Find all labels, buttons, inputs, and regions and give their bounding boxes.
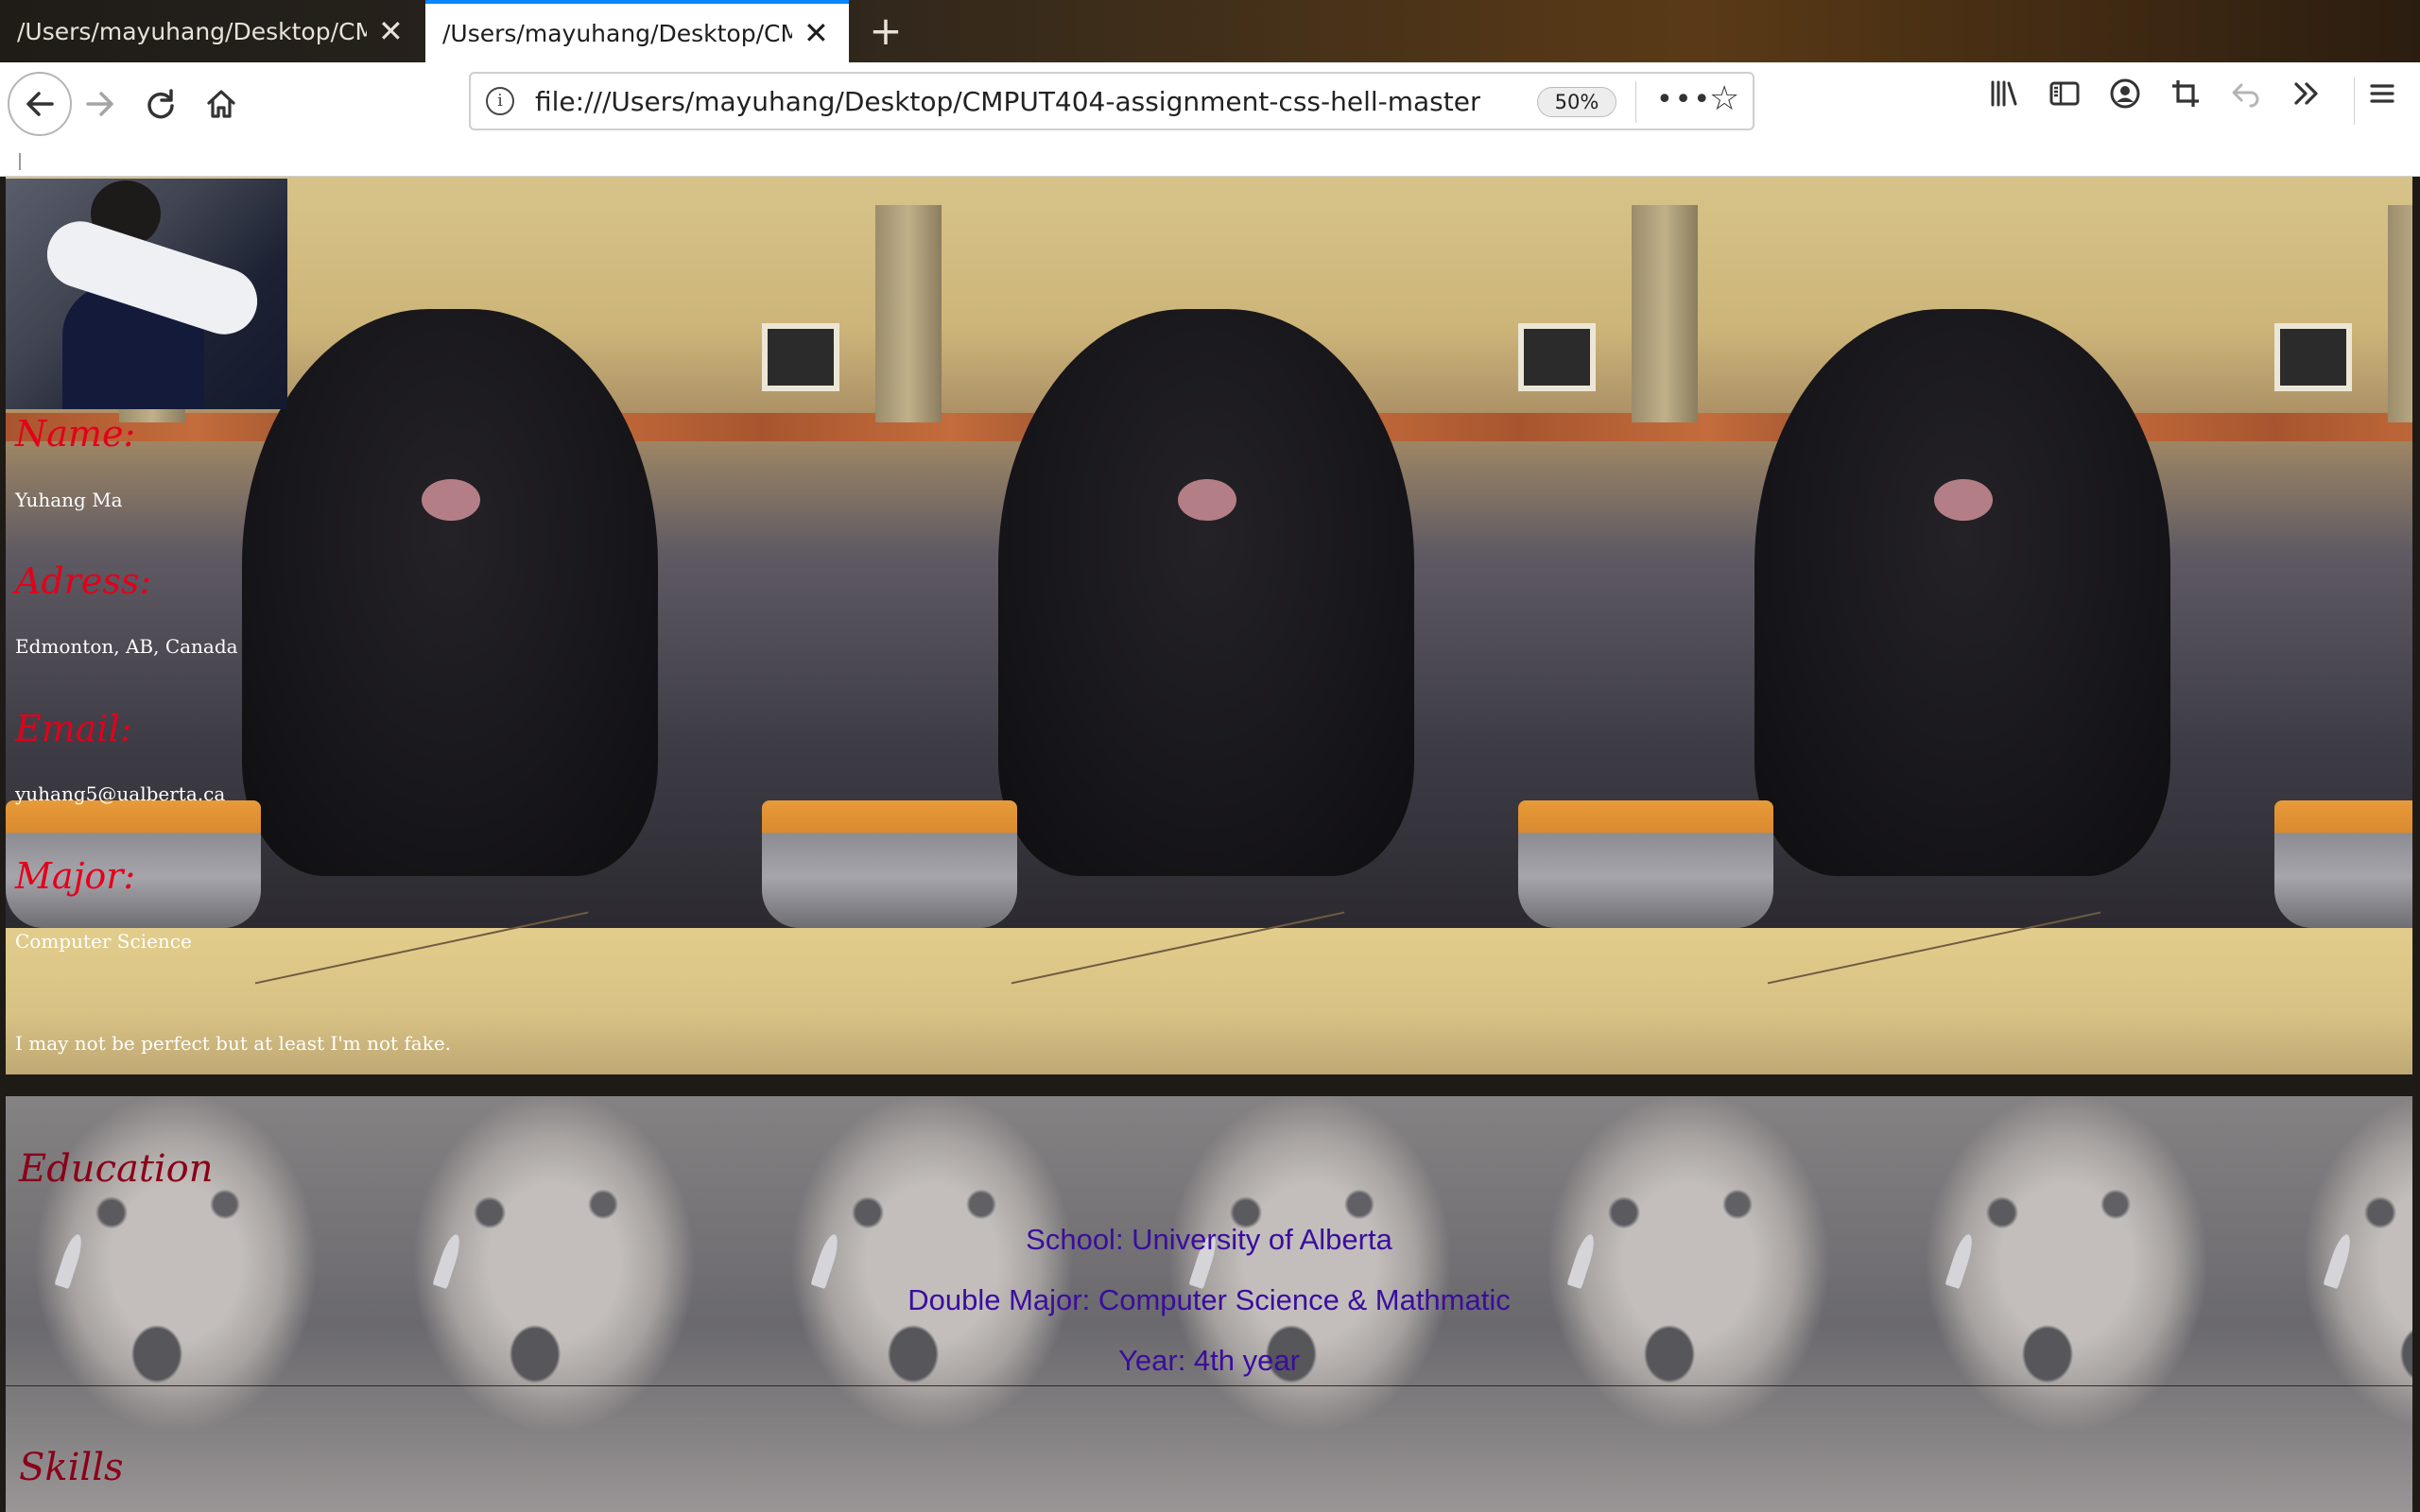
home-button[interactable] [193,76,250,132]
education-heading: Education [19,1147,214,1191]
crop-icon[interactable] [2163,77,2208,123]
close-icon[interactable]: ✕ [378,16,404,46]
info-icon[interactable]: i [486,87,514,115]
major-label: Major: [15,855,136,897]
new-tab-button[interactable]: + [862,8,909,55]
skills-heading: Skills [19,1446,124,1489]
avatar [6,179,287,409]
name-value: Yuhang Ma [15,489,123,511]
undo-icon[interactable] [2223,77,2269,123]
forward-button[interactable] [72,76,129,132]
education-school: School: University of Alberta [1026,1223,1392,1256]
toolbar-divider [2354,77,2355,125]
url-divider [1635,81,1636,123]
home-icon [207,90,235,118]
close-icon[interactable]: ✕ [804,18,829,48]
zoom-level-badge[interactable]: 50% [1537,87,1616,117]
profile-banner [6,177,2412,1074]
name-label: Name: [15,413,136,455]
major-value: Computer Science [15,930,192,953]
banner-background-image [2274,177,2412,928]
navigation-toolbar: i file:///Users/mayuhang/Desktop/CMPUT40… [0,62,2420,177]
reload-button[interactable] [132,76,189,132]
tab-active[interactable]: /Users/mayuhang/Desktop/CMPUT4 ✕ [425,0,849,62]
address-value: Edmonton, AB, Canada [15,635,238,658]
url-bar[interactable]: i file:///Users/mayuhang/Desktop/CMPUT40… [469,72,1754,130]
education-year: Year: 4th year [1118,1344,1300,1377]
account-icon[interactable] [2102,77,2148,123]
tab-title: /Users/mayuhang/Desktop/CMPUT4 [17,17,367,45]
email-label: Email: [15,708,132,749]
email-value[interactable]: yuhang5@ualberta.ca [15,782,225,805]
overflow-icon[interactable] [2284,77,2329,123]
banner-background-image [1518,177,2274,928]
reload-icon [147,89,174,119]
library-icon[interactable] [1981,77,2027,123]
tagline: I may not be perfect but at least I'm no… [15,1032,452,1055]
back-button[interactable] [8,72,72,136]
back-arrow-icon [26,92,54,116]
page-content: Name: Yuhang Ma Adress: Edmonton, AB, Ca… [0,177,2420,1512]
address-label: Adress: [15,560,152,602]
details-section: Education School: University of Alberta … [6,1096,2412,1512]
tab-bar: /Users/mayuhang/Desktop/CMPUT4 ✕ /Users/… [0,0,2420,62]
text-cursor [19,153,21,170]
star-icon[interactable]: ☆ [1709,79,1739,118]
education-major: Double Major: Computer Science & Mathmat… [908,1283,1511,1316]
tab-inactive[interactable]: /Users/mayuhang/Desktop/CMPUT4 ✕ [0,0,422,62]
banner-background-image [762,177,1518,928]
menu-icon[interactable] [2360,77,2405,123]
sidebar-icon[interactable] [2042,77,2087,123]
url-text[interactable]: file:///Users/mayuhang/Desktop/CMPUT404-… [535,86,1480,117]
more-actions-icon[interactable]: ••• [1656,83,1712,116]
forward-arrow-icon [86,92,113,116]
tab-title: /Users/mayuhang/Desktop/CMPUT4 [442,19,792,47]
section-divider [6,1385,2412,1386]
